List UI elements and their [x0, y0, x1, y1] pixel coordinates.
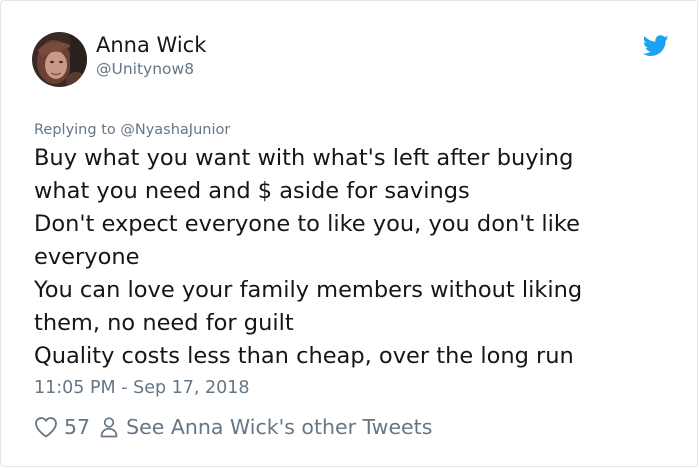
person-icon	[100, 416, 118, 438]
other-tweets-link[interactable]: See Anna Wick's other Tweets	[126, 415, 432, 439]
tweet-body-line: what you need and $ aside for savings	[34, 178, 470, 204]
twitter-bird-icon[interactable]	[642, 35, 669, 57]
tweet-body-line: Don't expect everyone to like you, you d…	[34, 211, 580, 237]
tweet-body-line: them, no need for guilt	[34, 310, 294, 336]
author-handle[interactable]: @Unitynow8	[96, 59, 194, 79]
heart-icon[interactable]	[34, 416, 58, 438]
tweet-card: Anna Wick @Unitynow8 Replying to @Nyasha…	[0, 0, 698, 467]
like-count: 57	[64, 415, 91, 439]
tweet-actions: 57 See Anna Wick's other Tweets	[34, 413, 432, 441]
tweet-timestamp[interactable]: 11:05 PM - Sep 17, 2018	[34, 376, 250, 400]
tweet-body-line: Buy what you want with what's left after…	[34, 145, 574, 171]
tweet-body-line: You can love your family members without…	[34, 277, 583, 303]
avatar-photo	[32, 32, 87, 87]
author-name[interactable]: Anna Wick	[96, 32, 206, 58]
tweet-body: Buy what you want with what's left after…	[34, 142, 674, 373]
tweet-body-line: everyone	[34, 244, 140, 270]
replying-to[interactable]: Replying to @NyashaJunior	[34, 120, 230, 140]
avatar[interactable]	[32, 32, 87, 87]
tweet-body-line: Quality costs less than cheap, over the …	[34, 343, 574, 369]
